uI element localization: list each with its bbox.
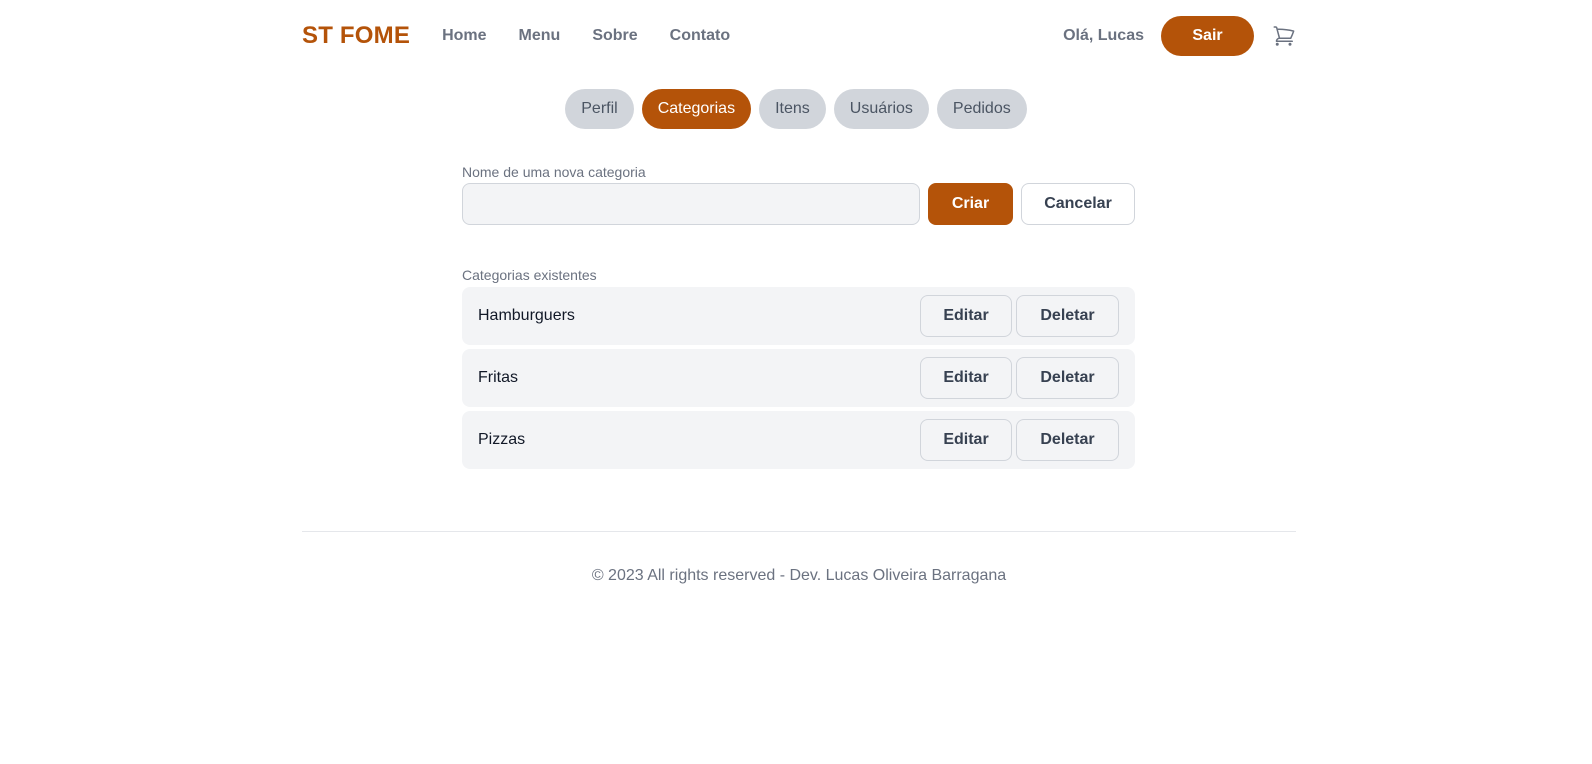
cart-icon[interactable] [1272,24,1296,48]
edit-button[interactable]: Editar [920,419,1012,461]
tab-itens[interactable]: Itens [759,89,826,129]
cancel-button[interactable]: Cancelar [1021,183,1135,225]
create-button[interactable]: Criar [928,183,1013,225]
delete-button[interactable]: Deletar [1016,357,1119,399]
category-name: Fritas [478,369,518,386]
new-category-input[interactable] [462,183,920,225]
existing-categories-label: Categorias existentes [462,267,597,283]
nav-link-menu[interactable]: Menu [519,27,561,45]
main-nav: Home Menu Sobre Contato [442,27,762,45]
categories-panel: Nome de uma nova categoria Criar Cancela… [462,164,1135,473]
category-name: Pizzas [478,431,526,448]
tab-categorias[interactable]: Categorias [641,89,752,129]
tab-perfil[interactable]: Perfil [565,89,634,129]
nav-link-sobre[interactable]: Sobre [592,27,637,45]
category-list: Hamburguers Editar Deletar Fritas Editar… [462,287,1135,473]
edit-button[interactable]: Editar [920,357,1012,399]
profile-tabs: Perfil Categorias Itens Usuários Pedidos [0,89,1592,129]
category-name: Hamburguers [478,307,575,324]
category-actions: Editar Deletar [920,295,1119,337]
logout-button[interactable]: Sair [1161,16,1254,56]
delete-button[interactable]: Deletar [1016,419,1119,461]
nav-link-contato[interactable]: Contato [670,27,730,45]
category-actions: Editar Deletar [920,357,1119,399]
category-actions: Editar Deletar [920,419,1119,461]
delete-button[interactable]: Deletar [1016,295,1119,337]
category-row: Fritas Editar Deletar [462,349,1135,407]
nav-link-home[interactable]: Home [442,27,486,45]
new-category-form: Nome de uma nova categoria Criar Cancela… [462,164,1135,225]
category-row: Pizzas Editar Deletar [462,411,1135,469]
tab-pedidos[interactable]: Pedidos [936,89,1027,129]
site-footer: © 2023 All rights reserved - Dev. Lucas … [302,531,1296,585]
edit-button[interactable]: Editar [920,295,1012,337]
header-user-area: Olá, Lucas Sair [1063,16,1296,56]
site-header: ST FOME Home Menu Sobre Contato Olá, Luc… [302,0,1296,72]
new-category-row: Criar Cancelar [462,183,1135,225]
category-row: Hamburguers Editar Deletar [462,287,1135,345]
user-greeting: Olá, Lucas [1063,27,1144,44]
copyright-text: © 2023 All rights reserved - Dev. Lucas … [591,567,1007,584]
tab-usuarios[interactable]: Usuários [833,89,929,129]
logo[interactable]: ST FOME [302,22,410,50]
new-category-label: Nome de uma nova categoria [462,164,646,180]
